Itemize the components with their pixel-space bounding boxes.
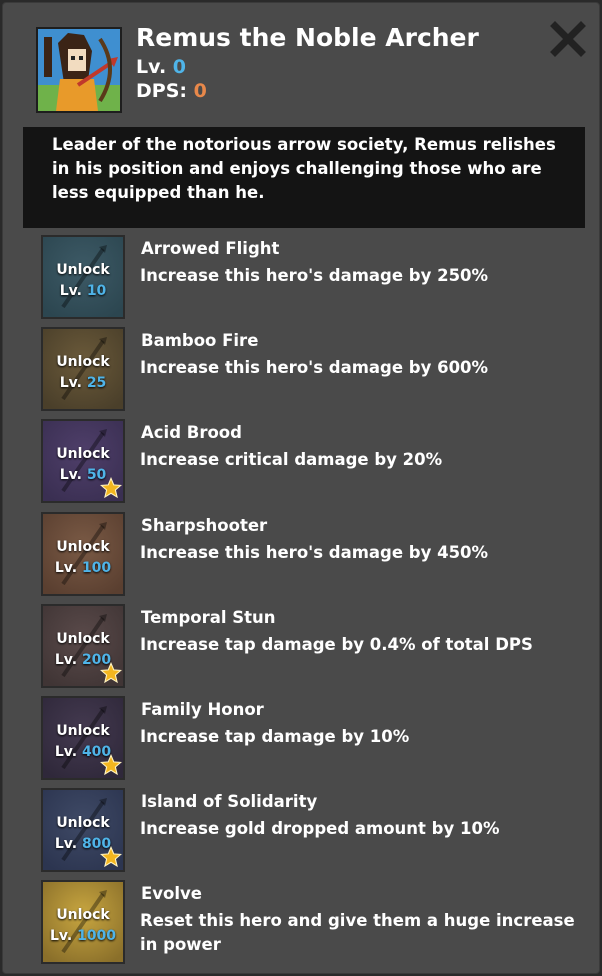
skill-name: Sharpshooter	[141, 516, 268, 535]
skill-row: Unlock Lv. 400 Family Honor Increase tap da…	[41, 696, 586, 782]
skill-unlock-icon[interactable]: Unlock Lv. 10	[41, 235, 125, 319]
hero-dps-label: DPS:	[136, 80, 187, 102]
skill-name: Acid Brood	[141, 423, 242, 442]
skill-name: Temporal Stun	[141, 608, 276, 627]
skill-row: Unlock Lv. 10 Arrowed Flight Increase this …	[41, 235, 586, 321]
skill-name: Bamboo Fire	[141, 331, 259, 350]
skill-unlock-icon[interactable]: Unlock Lv. 400	[41, 696, 125, 780]
archer-portrait-icon	[38, 29, 120, 111]
close-button[interactable]	[550, 21, 586, 57]
hero-level: Lv. 0	[136, 56, 186, 78]
star-icon	[100, 477, 122, 499]
skill-name: Family Honor	[141, 700, 264, 719]
hero-description: Leader of the notorious arrow society, R…	[23, 127, 585, 228]
unlock-level-label: Lv.	[54, 652, 78, 668]
unlock-label: Unlock	[56, 723, 110, 739]
skill-description: Increase this hero's damage by 450%	[140, 543, 489, 562]
star-icon	[100, 846, 122, 868]
skill-unlock-icon[interactable]: Unlock Lv. 25	[41, 327, 125, 411]
hero-portrait	[36, 27, 122, 113]
star-icon	[100, 662, 122, 684]
unlock-label: Unlock	[56, 446, 110, 462]
unlock-level-label: Lv.	[54, 560, 78, 576]
unlock-level-label: Lv.	[54, 836, 78, 852]
unlock-level: Lv. 10	[43, 281, 123, 301]
close-icon	[550, 21, 586, 57]
hero-level-label: Lv.	[136, 56, 167, 78]
unlock-label: Unlock	[56, 354, 110, 370]
skill-row: Unlock Lv. 25 Bamboo Fire Increase this her…	[41, 327, 586, 413]
unlock-level: Lv. 25	[43, 373, 123, 393]
skill-description: Increase this hero's damage by 600%	[140, 358, 489, 377]
unlock-label: Unlock	[56, 262, 110, 278]
skill-unlock-icon[interactable]: Unlock Lv. 1000	[41, 880, 125, 964]
skill-unlock-icon[interactable]: Unlock Lv. 200	[41, 604, 125, 688]
skill-description: Increase this hero's damage by 250%	[140, 266, 489, 285]
skill-row: Unlock Lv. 1000 Evolve Reset this hero and …	[41, 880, 586, 966]
skill-unlock-icon[interactable]: Unlock Lv. 800	[41, 788, 125, 872]
unlock-level-label: Lv.	[59, 375, 82, 391]
unlock-level-label: Lv.	[49, 928, 73, 944]
skill-row: Unlock Lv. 200 Temporal Stun Increase tap d…	[41, 604, 586, 690]
hero-detail-panel: Remus the Noble Archer Lv. 0 DPS: 0 Lead…	[2, 2, 600, 974]
skill-name: Island of Solidarity	[141, 792, 318, 811]
unlock-label: Unlock	[56, 815, 110, 831]
unlock-level: Lv. 100	[43, 558, 123, 578]
hero-dps-value: 0	[193, 80, 207, 102]
unlock-label: Unlock	[56, 631, 110, 647]
skill-row: Unlock Lv. 100 Sharpshooter Increase this h…	[41, 512, 586, 598]
skill-row: Unlock Lv. 800 Island of Solidarity Increas…	[41, 788, 586, 874]
skill-description: Reset this hero and give them a huge inc…	[140, 911, 575, 954]
hero-name: Remus the Noble Archer	[136, 23, 479, 52]
unlock-level-label: Lv.	[54, 744, 78, 760]
unlock-label: Unlock	[56, 539, 110, 555]
unlock-level-value: 100	[81, 560, 112, 576]
skill-description: Increase tap damage by 10%	[140, 727, 410, 746]
unlock-level-value: 10	[86, 283, 107, 299]
unlock-level-value: 1000	[77, 928, 117, 944]
skill-description: Increase gold dropped amount by 10%	[140, 819, 500, 838]
skill-unlock-icon[interactable]: Unlock Lv. 100	[41, 512, 125, 596]
skill-row: Unlock Lv. 50 Acid Brood Increase critical …	[41, 419, 586, 505]
skill-name: Arrowed Flight	[141, 239, 280, 258]
unlock-level-value: 25	[86, 375, 107, 391]
hero-level-value: 0	[172, 56, 187, 78]
hero-dps: DPS: 0	[136, 80, 207, 102]
skill-description: Increase critical damage by 20%	[140, 450, 443, 469]
unlock-level: Lv. 1000	[43, 926, 123, 946]
unlock-level-label: Lv.	[59, 283, 82, 299]
star-icon	[100, 754, 122, 776]
skill-description: Increase tap damage by 0.4% of total DPS	[140, 635, 533, 654]
unlock-level-label: Lv.	[59, 467, 82, 483]
skill-unlock-icon[interactable]: Unlock Lv. 50	[41, 419, 125, 503]
skill-name: Evolve	[141, 884, 202, 903]
unlock-label: Unlock	[56, 907, 110, 923]
